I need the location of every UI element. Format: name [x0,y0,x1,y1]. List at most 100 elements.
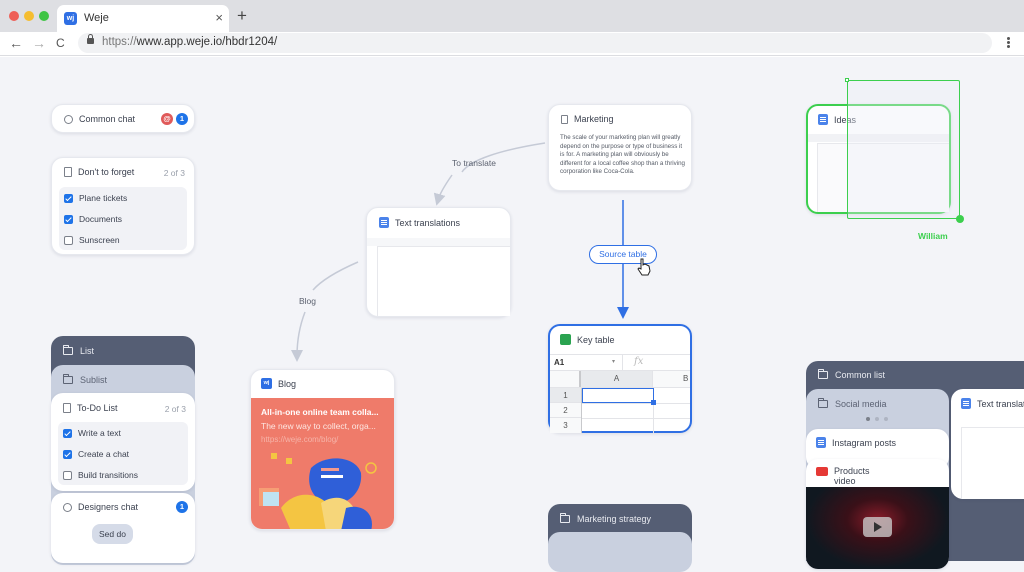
edge-label-to-translate: To translate [452,158,496,168]
blog-url[interactable]: https://weje.com/blog/ [261,435,338,444]
products-video-title: Products video [834,466,870,486]
dropdown-icon[interactable]: ▾ [612,358,615,365]
checkbox-checked[interactable] [63,449,72,459]
instagram-title: Instagram posts [832,437,897,448]
collaborator-cursor-icon [956,215,964,223]
text-translations-card-2[interactable]: Text translat [951,389,1024,499]
document-icon [818,114,828,125]
blog-preview[interactable]: All-in-one online team colla... The new … [251,398,394,529]
folder-icon [63,374,73,384]
column-headers: A B [550,371,690,388]
note-icon [561,114,568,124]
mention-badge: @ [161,113,173,125]
chat-icon [64,114,73,124]
unread-badge: 1 [176,501,188,513]
formula-bar[interactable]: A1 ▾ fx [550,354,690,371]
video-thumbnail[interactable] [806,487,949,569]
todo-count: 2 of 3 [164,404,186,414]
checkbox-checked[interactable] [64,214,73,224]
document-preview [961,427,1024,499]
marketing-strategy-panel[interactable]: Marketing strategy [548,504,692,572]
folder-icon [63,345,73,355]
checklist-item[interactable]: Create a chat [63,449,129,459]
blog-link-card[interactable]: wj Blog All-in-one online team colla... … [250,369,395,530]
key-table-title: Key table [577,334,615,345]
checklist: Write a text Create a chat Build transit… [58,422,188,485]
products-video-card[interactable]: Products video [806,459,949,569]
common-list-panel[interactable]: Common list Social media Instagram posts… [806,361,1024,569]
weje-logo-icon: wj [261,378,272,389]
social-media-title: Social media [835,399,887,409]
dont-forget-title: Don't to forget [78,167,135,177]
fill-handle[interactable] [651,400,656,405]
edge-blog [312,261,359,291]
folder-icon [560,513,570,523]
unread-badge: 1 [176,113,188,125]
chat-icon [63,502,72,512]
checklist: Plane tickets Documents Sunscreen [59,187,187,250]
folder-icon [818,398,828,408]
pagination-dots[interactable] [866,417,888,421]
blog-subline: The new way to collect, orga... [261,421,376,431]
sub-panel [548,532,692,572]
common-chat-card[interactable]: Common chat @ 1 [51,104,195,133]
document-preview [377,246,510,316]
document-icon [961,398,971,409]
marketing-strategy-title: Marketing strategy [577,514,652,524]
checkbox-checked[interactable] [64,193,73,203]
folder-icon [818,369,828,379]
designers-chat-title: Designers chat [78,502,139,512]
edge-to-translate-arrow [433,174,453,206]
checklist-item[interactable]: Plane tickets [64,193,127,203]
checklist-item[interactable]: Build transitions [63,470,138,480]
checklist-item[interactable]: Write a text [63,428,121,438]
list-panel[interactable]: List Sublist To-Do List 2 of 3 Write a t… [51,336,195,565]
document-icon [379,217,389,228]
hand-cursor-icon [637,258,651,276]
checkbox-unchecked[interactable] [63,470,72,480]
text-translations-title: Text translations [395,217,461,228]
row-header[interactable]: 3 [550,418,581,433]
blog-title: Blog [278,378,297,389]
marketing-title: Marketing [574,114,614,124]
common-chat-title: Common chat [79,114,136,124]
selection-handle[interactable] [845,78,849,82]
sheet-rows: 1 2 3 [550,388,690,433]
play-button[interactable] [863,517,892,537]
chat-message-bubble: Sed do [92,524,133,544]
checkbox-checked[interactable] [63,428,72,438]
designers-chat-card[interactable]: Designers chat 1 Sed do [51,493,195,563]
spreadsheet-icon [560,334,571,345]
fx-icon: fx [634,356,644,367]
cell-reference: A1 [554,358,565,367]
list-title: List [80,346,95,356]
collaborator-selection-box [847,80,960,219]
blog-headline: All-in-one online team colla... [261,407,379,417]
checklist-item[interactable]: Sunscreen [64,235,120,245]
row-header[interactable]: 2 [550,403,581,418]
edge-blog-arrow [291,311,306,362]
marketing-note-card[interactable]: Marketing The scale of your marketing pl… [548,104,692,191]
column-header-b[interactable]: B [683,374,688,383]
clipboard-icon [63,403,71,413]
row-header[interactable]: 1 [550,388,581,403]
checklist-item[interactable]: Documents [64,214,122,224]
collaborator-name: William [918,231,948,241]
todo-list-card[interactable]: To-Do List 2 of 3 Write a text Create a … [51,393,195,491]
clipboard-icon [64,167,72,177]
sublist-title: Sublist [80,375,108,385]
key-table-card[interactable]: Key table A1 ▾ fx A B 1 2 3 [548,324,692,433]
youtube-icon [816,467,828,476]
selected-cell-a1[interactable] [582,388,654,403]
todo-title: To-Do List [77,403,118,413]
edge-label-blog: Blog [299,296,317,306]
blog-illustration [259,453,377,529]
common-list-title: Common list [835,370,886,380]
document-icon [816,437,826,448]
checkbox-unchecked[interactable] [64,235,73,245]
dont-forget-card[interactable]: Don't to forget 2 of 3 Plane tickets Doc… [51,157,195,255]
text-translations-title-2: Text translat [977,398,1024,409]
column-header-a[interactable]: A [581,371,653,387]
play-icon [874,522,882,532]
text-translations-card[interactable]: Text translations [366,207,511,317]
